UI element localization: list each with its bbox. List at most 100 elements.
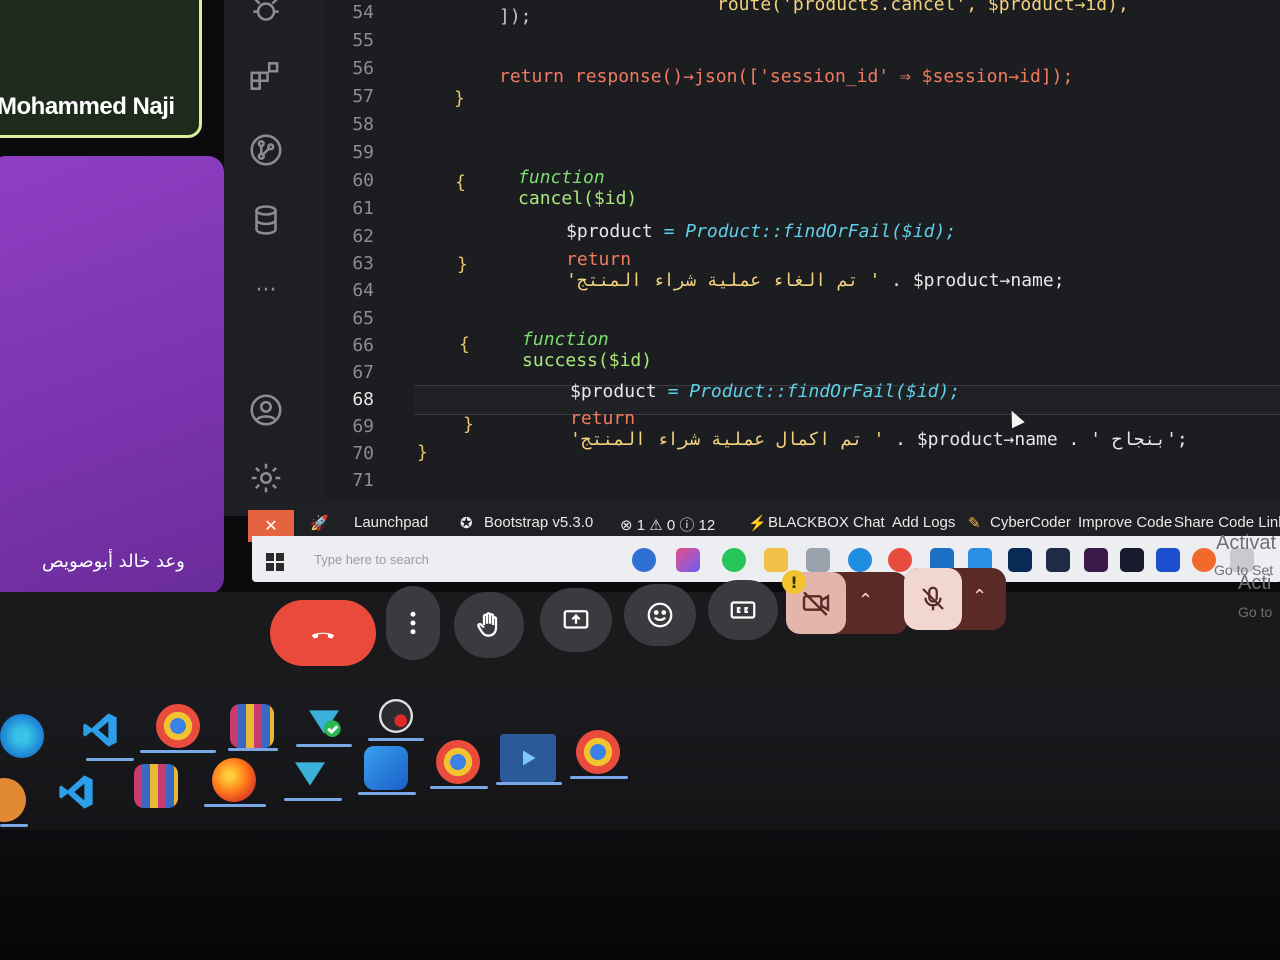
present-icon — [563, 610, 589, 629]
line-number: 69 — [352, 416, 374, 437]
warning-badge-icon: ! — [782, 570, 806, 594]
photoshop-icon[interactable] — [1008, 548, 1032, 572]
closed-captions-icon — [730, 601, 756, 619]
winrar-icon[interactable] — [134, 764, 178, 808]
cybercoder-icon: ✎ — [968, 515, 981, 532]
reactions-button[interactable] — [624, 584, 696, 646]
app-icon[interactable] — [0, 778, 26, 822]
account-icon[interactable] — [244, 388, 288, 432]
line-number: 65 — [352, 308, 374, 329]
code-line-70: } — [417, 442, 428, 463]
mic-options-chevron-icon[interactable]: ⌃ — [972, 586, 987, 607]
status-improve-code[interactable]: Improve Code — [1078, 514, 1172, 531]
keyword-return: return — [566, 249, 632, 270]
end-call-button[interactable] — [270, 600, 376, 666]
file-explorer-icon[interactable] — [764, 548, 788, 572]
more-icon[interactable]: ··· — [244, 268, 288, 312]
code-line-54: ]); — [499, 6, 532, 27]
vscode-icon[interactable] — [78, 708, 122, 752]
media-player-icon[interactable] — [500, 734, 556, 782]
git-graph-icon[interactable] — [244, 128, 288, 172]
captions-button[interactable] — [708, 580, 778, 640]
status-problems[interactable]: ⊗ 1 ⚠ 0 ⓘ 12 — [620, 514, 715, 535]
photos-icon[interactable] — [364, 746, 408, 790]
edge-icon[interactable] — [0, 714, 44, 758]
debug-icon[interactable] — [244, 0, 288, 32]
running-indicator — [296, 744, 352, 747]
chrome-icon[interactable] — [436, 740, 480, 784]
adobe-xd-icon[interactable] — [1084, 548, 1108, 572]
camera-off-icon — [802, 591, 830, 616]
present-screen-button[interactable] — [540, 588, 612, 652]
app-icon[interactable] — [1156, 548, 1180, 572]
app-icon[interactable] — [288, 752, 332, 796]
database-icon[interactable] — [244, 198, 288, 242]
mic-toggle-button[interactable] — [904, 568, 962, 630]
extensions-icon[interactable] — [244, 54, 288, 98]
camera-options-chevron-icon[interactable]: ⌃ — [858, 590, 873, 611]
settings-gear-icon[interactable] — [244, 456, 288, 500]
vscode-icon[interactable] — [54, 770, 98, 814]
line-number: 60 — [352, 170, 374, 191]
keyword-function: function — [522, 329, 609, 350]
windows-search-input[interactable]: Type here to search — [302, 546, 584, 574]
running-indicator — [570, 776, 628, 779]
firefox-icon[interactable] — [212, 758, 256, 802]
running-indicator — [228, 748, 278, 751]
activate-windows-text: Activat — [1216, 532, 1277, 554]
keyword-function: function — [518, 167, 605, 188]
chrome-icon[interactable] — [888, 548, 912, 572]
participant-tile-mohammed[interactable]: Mohammed Naji — [0, 0, 202, 138]
status-launchpad[interactable]: Launchpad — [354, 514, 428, 531]
winrar-icon[interactable] — [230, 704, 274, 748]
code-line-63: } — [457, 254, 468, 275]
line-number: 61 — [352, 198, 374, 219]
obs-icon[interactable] — [374, 694, 418, 738]
running-indicator — [358, 792, 416, 795]
string-literal: 'تم اكمال عملية شراء المنتج ' — [570, 429, 885, 450]
more-options-button[interactable] — [386, 586, 440, 660]
line-number: 56 — [352, 58, 374, 79]
app-icon[interactable] — [1046, 548, 1070, 572]
line-number: 59 — [352, 142, 374, 163]
app-icon[interactable] — [1192, 548, 1216, 572]
windows-start-icon[interactable] — [266, 553, 284, 571]
whatsapp-icon[interactable] — [722, 548, 746, 572]
copilot-icon[interactable] — [676, 548, 700, 572]
status-blackbox-chat[interactable]: BLACKBOX Chat — [768, 514, 885, 531]
app-icon[interactable] — [302, 700, 346, 744]
chrome-icon[interactable] — [156, 704, 200, 748]
status-bootstrap[interactable]: Bootstrap v5.3.0 — [484, 514, 593, 531]
code-line-54-route: route('products.cancel', $product→id), — [717, 0, 1129, 15]
line-number: 55 — [352, 30, 374, 51]
status-cybercoder[interactable]: CyberCoder — [990, 514, 1071, 531]
line-number: 71 — [352, 470, 374, 491]
line-number: 63 — [352, 253, 374, 274]
calculator-icon[interactable] — [806, 548, 830, 572]
string-literal: 'تم الغاء عملية شراء المنتج ' — [566, 270, 881, 291]
code-editor[interactable]: ]); route('products.cancel', $product→id… — [399, 0, 1280, 516]
more-vert-icon — [410, 611, 416, 635]
laptop-taskbar — [0, 690, 1280, 830]
blackbox-icon: ⚡ — [748, 515, 767, 532]
line-number-gutter: 54 55 56 57 58 59 60 61 62 63 64 65 66 6… — [324, 0, 394, 516]
status-add-logs[interactable]: Add Logs — [892, 514, 955, 531]
participant-tile-waad[interactable]: وعد خالد أبوصويص — [0, 156, 224, 594]
code-line-62: return 'تم الغاء عملية شراء المنتج ' . $… — [501, 228, 1065, 312]
code-line-68: return 'تم اكمال عملية شراء المنتج ' . $… — [505, 387, 1188, 471]
activate-windows-text: Acti — [1238, 572, 1272, 594]
edge-icon[interactable] — [848, 548, 872, 572]
status-share-code-link[interactable]: Share Code Link — [1174, 514, 1280, 531]
running-indicator — [86, 758, 134, 761]
raise-hand-button[interactable] — [454, 592, 524, 658]
chrome-icon[interactable] — [576, 730, 620, 774]
code-line-56: return response()→json(['session_id' ⇒ $… — [499, 66, 1074, 87]
running-indicator — [430, 786, 488, 789]
code-rest: . $product→name; — [880, 270, 1065, 291]
code-line-69: } — [463, 414, 474, 435]
line-number: 57 — [352, 86, 374, 107]
app-icon[interactable] — [1120, 548, 1144, 572]
participant-name: وعد خالد أبوصويص — [42, 551, 185, 572]
activity-bar: ··· — [224, 0, 325, 516]
app-icon[interactable] — [632, 548, 656, 572]
